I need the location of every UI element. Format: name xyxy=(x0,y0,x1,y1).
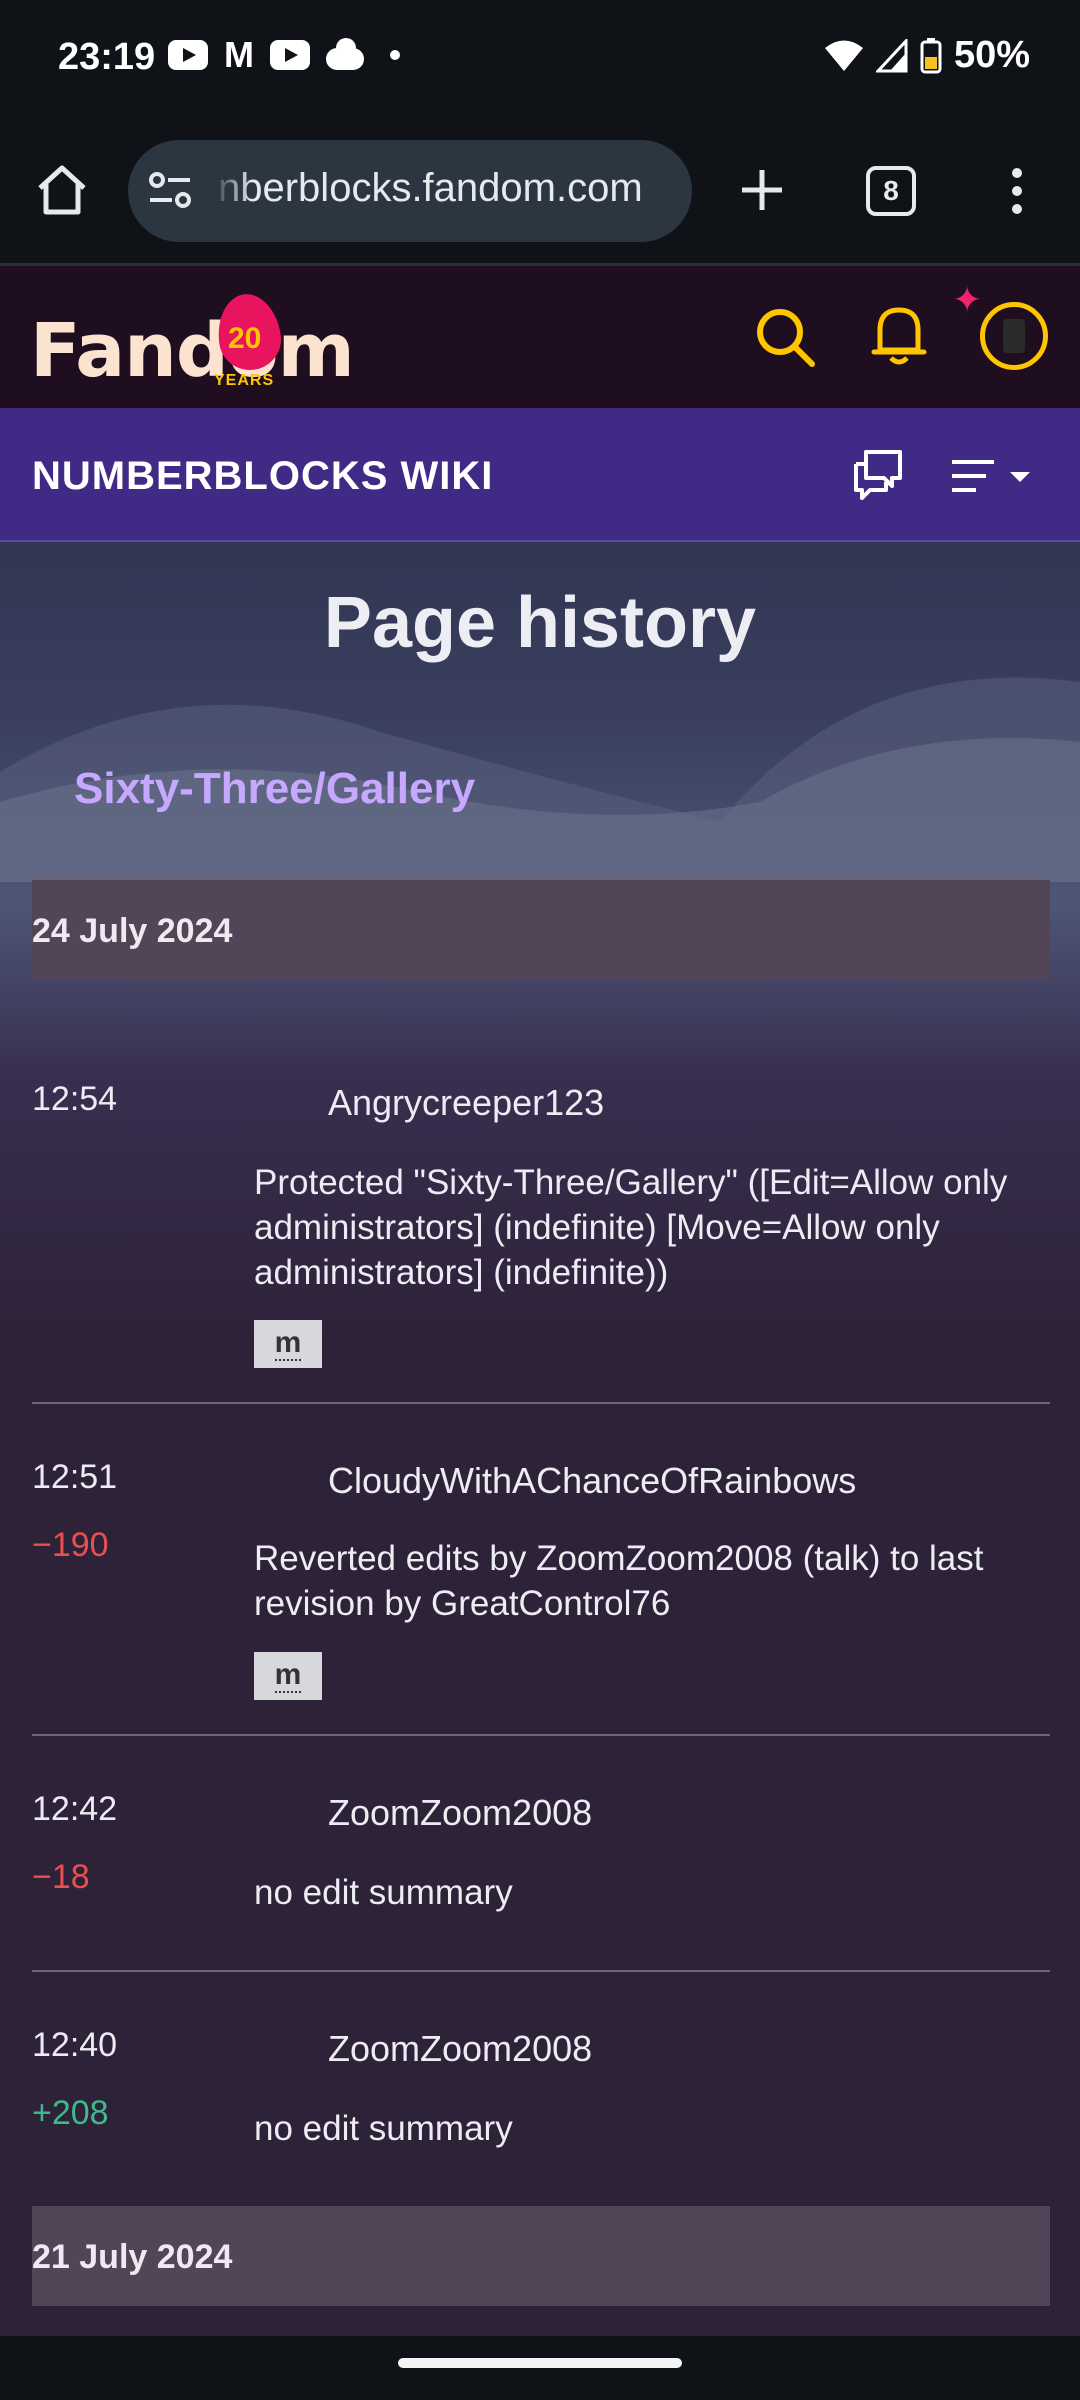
revision-summary: no edit summary xyxy=(254,1873,513,1912)
revision-size-diff: +208 xyxy=(32,2094,109,2132)
notification-icons: M xyxy=(168,34,400,75)
gesture-handle[interactable] xyxy=(398,2358,682,2368)
new-tab-icon[interactable] xyxy=(734,162,790,218)
revision-time[interactable]: 12:42 xyxy=(32,1790,117,1829)
divider xyxy=(32,1970,1050,1972)
sparkle-icon: ✦ xyxy=(952,279,983,320)
user-avatar[interactable] xyxy=(980,302,1048,370)
battery-percent: 50% xyxy=(953,34,1030,76)
signal-icon xyxy=(875,38,908,72)
gmail-icon: M xyxy=(224,34,254,75)
minor-edit-label: m xyxy=(274,1658,302,1693)
tab-switcher-button[interactable]: 8 xyxy=(866,166,916,216)
fandom-logo[interactable]: Fandom 20 YEARS xyxy=(30,286,355,394)
status-bar: 23:19 M 50% xyxy=(0,0,1080,118)
battery-icon xyxy=(920,37,942,73)
url-fade xyxy=(212,140,252,242)
wiki-menu-icon[interactable] xyxy=(950,456,1034,496)
status-right: 50% xyxy=(824,34,1030,77)
wifi-icon xyxy=(824,40,863,71)
revision-size-diff: −190 xyxy=(32,1526,109,1564)
address-bar[interactable]: nberblocks.fandom.com xyxy=(128,140,692,242)
logo-badge: 20 xyxy=(228,322,262,355)
revision-summary: Protected "Sixty-Three/Gallery" ([Edit=A… xyxy=(254,1163,1008,1292)
revision-size-diff: −18 xyxy=(32,1858,90,1896)
site-settings-icon[interactable] xyxy=(146,168,194,214)
page-subject-link[interactable]: Sixty-Three/Gallery xyxy=(74,764,475,814)
revision-user[interactable]: ZoomZoom2008 xyxy=(328,1792,592,1834)
community-header: NUMBERBLOCKS WIKI xyxy=(0,408,1080,542)
revision-summary: Reverted edits by ZoomZoom2008 (talk) to… xyxy=(254,1539,984,1623)
logo-subtext: YEARS xyxy=(214,372,275,389)
date-header: 24 July 2024 xyxy=(32,880,1050,980)
date-label: 24 July 2024 xyxy=(32,912,233,950)
revision-summary: no edit summary xyxy=(254,2109,513,2148)
minor-edit-label: m xyxy=(274,1326,302,1361)
page-title: Page history xyxy=(323,583,757,663)
minor-edit-badge: m xyxy=(254,1320,322,1368)
home-icon[interactable] xyxy=(34,162,90,218)
date-header: 21 July 2024 xyxy=(32,2206,1050,2306)
page-content: Page history Sixty-Three/Gallery 24 July… xyxy=(0,542,1080,2336)
dot-icon xyxy=(390,50,400,60)
navigation-bar xyxy=(0,2336,1080,2400)
logo-wordmark: Fandom xyxy=(30,308,355,394)
discussions-icon[interactable] xyxy=(852,448,904,500)
notifications-bell-icon[interactable] xyxy=(870,302,928,368)
divider xyxy=(32,1734,1050,1736)
revision-user[interactable]: Angrycreeper123 xyxy=(328,1082,604,1124)
revision-time[interactable]: 12:54 xyxy=(32,1080,117,1119)
youtube-icon xyxy=(168,40,208,70)
fandom-global-nav: Fandom 20 YEARS ✦ xyxy=(0,266,1080,408)
browser-toolbar: nberblocks.fandom.com 8 xyxy=(0,118,1080,266)
revision-user[interactable]: CloudyWithAChanceOfRainbows xyxy=(328,1460,856,1502)
revision-user[interactable]: ZoomZoom2008 xyxy=(328,2028,592,2070)
youtube-icon xyxy=(270,40,310,70)
status-time: 23:19 xyxy=(58,36,156,78)
divider xyxy=(32,1402,1050,1404)
community-name[interactable]: NUMBERBLOCKS WIKI xyxy=(32,454,493,499)
date-label: 21 July 2024 xyxy=(32,2238,233,2276)
revision-time[interactable]: 12:51 xyxy=(32,1458,117,1497)
url-text: nberblocks.fandom.com xyxy=(218,166,643,210)
revision-time[interactable]: 12:40 xyxy=(32,2026,117,2065)
minor-edit-badge: m xyxy=(254,1652,322,1700)
cloud-icon xyxy=(326,38,364,70)
overflow-menu-icon[interactable] xyxy=(1000,164,1034,220)
search-icon[interactable] xyxy=(754,306,816,368)
